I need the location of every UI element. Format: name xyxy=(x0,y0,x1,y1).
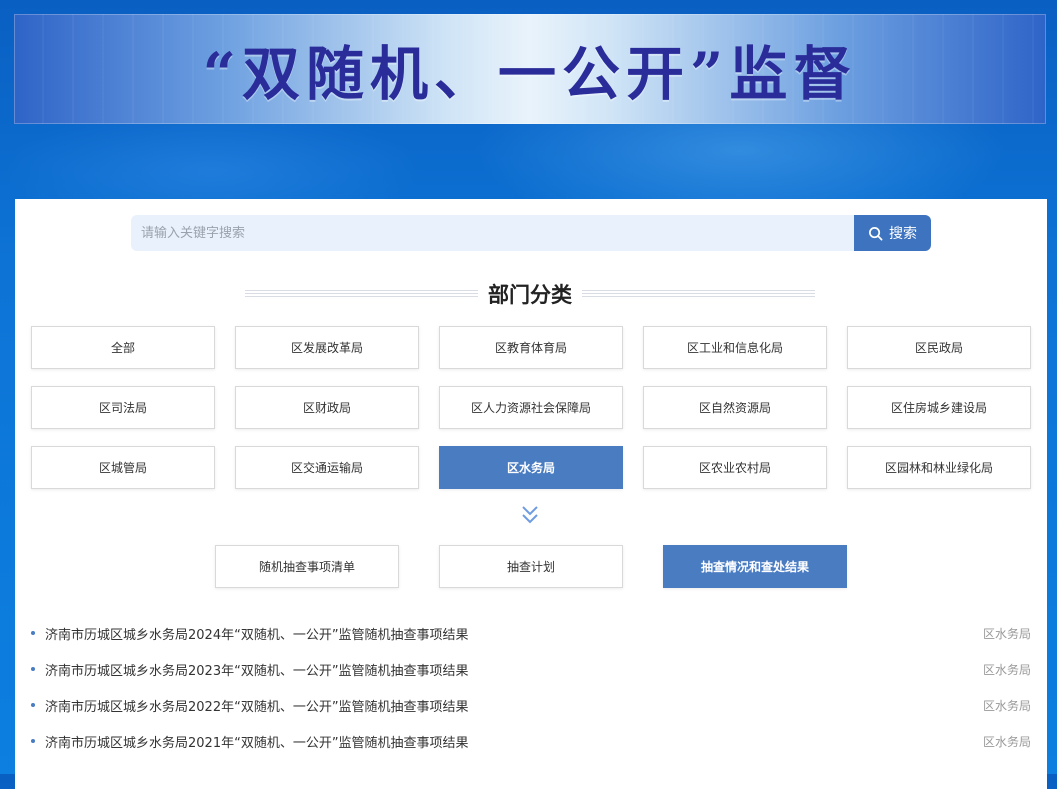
department-button[interactable]: 区住房城乡建设局 xyxy=(847,386,1031,429)
list-item-dept: 区水务局 xyxy=(982,662,1031,677)
list-item-title[interactable]: 济南市历城区城乡水务局2024年“双随机、一公开”监管随机抽查事项结果 xyxy=(45,624,469,643)
tab-results[interactable]: 抽查情况和查处结果 xyxy=(663,545,847,588)
list-item: 济南市历城区城乡水务局2024年“双随机、一公开”监管随机抽查事项结果 区水务局 xyxy=(31,615,1031,651)
list-item-left: 济南市历城区城乡水务局2022年“双随机、一公开”监管随机抽查事项结果 xyxy=(31,696,469,715)
department-button[interactable]: 区城管局 xyxy=(31,446,215,489)
list-item-dept: 区水务局 xyxy=(982,734,1031,749)
category-tabs: 随机抽查事项清单 抽查计划 抽查情况和查处结果 xyxy=(215,545,847,588)
department-button[interactable]: 区农业农村局 xyxy=(643,446,827,489)
bullet-icon xyxy=(31,631,35,635)
expand-toggle[interactable] xyxy=(520,504,540,526)
department-button[interactable]: 区民政局 xyxy=(847,326,1031,369)
list-item-dept: 区水务局 xyxy=(982,698,1031,713)
list-item-dept: 区水务局 xyxy=(982,626,1031,641)
content-panel: 搜索 部门分类 全部 区发展改革局 区教育体育局 区工业和信息化局 区民政局 区… xyxy=(15,199,1047,789)
list-item-left: 济南市历城区城乡水务局2023年“双随机、一公开”监管随机抽查事项结果 xyxy=(31,660,469,679)
department-button[interactable]: 区司法局 xyxy=(31,386,215,429)
tab-checklist[interactable]: 随机抽查事项清单 xyxy=(215,545,399,588)
department-button[interactable]: 区自然资源局 xyxy=(643,386,827,429)
list-item: 济南市历城区城乡水务局2022年“双随机、一公开”监管随机抽查事项结果 区水务局 xyxy=(31,687,1031,723)
department-button[interactable]: 区交通运输局 xyxy=(235,446,419,489)
department-row: 区司法局 区财政局 区人力资源社会保障局 区自然资源局 区住房城乡建设局 xyxy=(31,386,1031,429)
search-button[interactable]: 搜索 xyxy=(854,215,931,251)
section-heading: 部门分类 xyxy=(245,279,815,309)
department-button-active[interactable]: 区水务局 xyxy=(439,446,623,489)
list-item-title[interactable]: 济南市历城区城乡水务局2023年“双随机、一公开”监管随机抽查事项结果 xyxy=(45,660,469,679)
search-bar: 搜索 xyxy=(131,215,931,251)
tab-plan[interactable]: 抽查计划 xyxy=(439,545,623,588)
department-row: 区城管局 区交通运输局 区水务局 区农业农村局 区园林和林业绿化局 xyxy=(31,446,1031,489)
list-item: 济南市历城区城乡水务局2023年“双随机、一公开”监管随机抽查事项结果 区水务局 xyxy=(31,651,1031,687)
list-item: 济南市历城区城乡水务局2021年“双随机、一公开”监管随机抽查事项结果 区水务局 xyxy=(31,723,1031,759)
double-chevron-down-icon xyxy=(522,506,538,524)
header-banner: “双随机、一公开”监督 xyxy=(14,14,1046,124)
list-item-left: 济南市历城区城乡水务局2024年“双随机、一公开”监管随机抽查事项结果 xyxy=(31,624,469,643)
department-button[interactable]: 区发展改革局 xyxy=(235,326,419,369)
department-grid: 全部 区发展改革局 区教育体育局 区工业和信息化局 区民政局 区司法局 区财政局… xyxy=(31,326,1031,506)
search-button-label: 搜索 xyxy=(889,226,917,242)
bullet-icon xyxy=(31,703,35,707)
list-item-title[interactable]: 济南市历城区城乡水务局2021年“双随机、一公开”监管随机抽查事项结果 xyxy=(45,732,469,751)
department-button[interactable]: 区工业和信息化局 xyxy=(643,326,827,369)
department-row: 全部 区发展改革局 区教育体育局 区工业和信息化局 区民政局 xyxy=(31,326,1031,369)
search-icon xyxy=(869,226,883,240)
bullet-icon xyxy=(31,667,35,671)
search-input[interactable] xyxy=(131,215,854,251)
department-button[interactable]: 区财政局 xyxy=(235,386,419,429)
list-item-left: 济南市历城区城乡水务局2021年“双随机、一公开”监管随机抽查事项结果 xyxy=(31,732,469,751)
list-item-title[interactable]: 济南市历城区城乡水务局2022年“双随机、一公开”监管随机抽查事项结果 xyxy=(45,696,469,715)
department-button[interactable]: 区教育体育局 xyxy=(439,326,623,369)
department-button[interactable]: 区人力资源社会保障局 xyxy=(439,386,623,429)
banner-title: “双随机、一公开”监督 xyxy=(202,40,858,108)
heading-left-line xyxy=(245,290,478,298)
heading-right-line xyxy=(582,290,815,298)
department-button[interactable]: 全部 xyxy=(31,326,215,369)
results-list: 济南市历城区城乡水务局2024年“双随机、一公开”监管随机抽查事项结果 区水务局… xyxy=(31,615,1031,759)
section-title: 部门分类 xyxy=(488,282,572,307)
bullet-icon xyxy=(31,739,35,743)
department-button[interactable]: 区园林和林业绿化局 xyxy=(847,446,1031,489)
